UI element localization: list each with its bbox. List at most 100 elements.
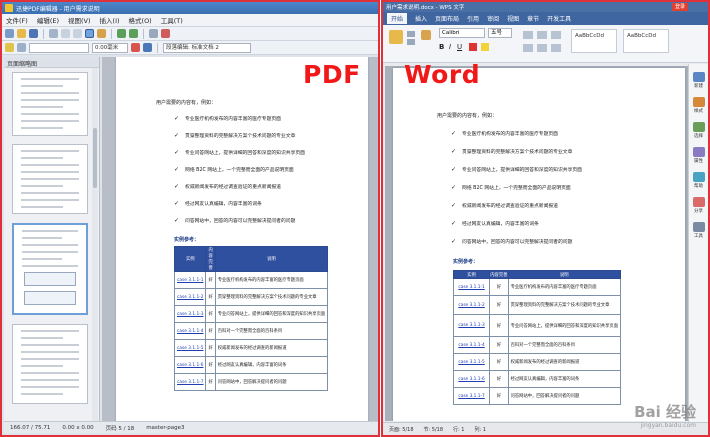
align-right-icon[interactable]	[551, 44, 561, 52]
style-icon[interactable]	[692, 97, 705, 107]
copy-icon[interactable]	[73, 29, 82, 38]
select-icon[interactable]	[692, 122, 705, 132]
menu-edit[interactable]: 编辑(E)	[37, 15, 59, 25]
case-link[interactable]: case 3.1.1-7	[452, 387, 491, 405]
font-size-select[interactable]: 五号	[488, 28, 512, 38]
cut-icon[interactable]	[61, 29, 70, 38]
menu-tools[interactable]: 工具(T)	[161, 15, 183, 25]
status-page: 页面: 5/18	[389, 426, 414, 433]
font-color-icon[interactable]	[469, 43, 477, 51]
open-folder-icon[interactable]	[17, 29, 26, 38]
table-cell: 好	[205, 271, 216, 289]
watermark-text: Bai 经验	[634, 403, 696, 421]
highlight-icon[interactable]	[5, 43, 14, 52]
panel-label: 样式	[694, 109, 703, 114]
pdf-window-title: 迅捷PDF编辑器 - 用户需求说明	[16, 5, 100, 13]
save-icon[interactable]	[29, 29, 38, 38]
sidebar-scrollbar[interactable]	[92, 68, 98, 422]
case-link[interactable]: case 3.1.1-5	[452, 353, 491, 371]
copy-icon[interactable]	[407, 39, 415, 45]
new-icon[interactable]	[692, 72, 705, 82]
highlight-icon[interactable]	[481, 43, 489, 51]
bullets-icon[interactable]	[523, 31, 533, 39]
menu-insert[interactable]: 插入(I)	[100, 15, 120, 25]
check-icon: ✓	[174, 183, 180, 190]
check-icon: ✓	[451, 238, 457, 245]
select-tool-icon[interactable]	[85, 29, 94, 38]
tab-insert[interactable]: 插入	[415, 14, 427, 23]
case-link[interactable]: case 3.1.1-2	[452, 295, 491, 315]
fill-color-icon[interactable]	[143, 43, 152, 52]
new-icon[interactable]	[5, 29, 14, 38]
column-header: 说明	[507, 270, 622, 279]
case-link[interactable]: case 3.1.1-5	[173, 339, 207, 357]
numbering-icon[interactable]	[537, 31, 547, 39]
check-icon: ✓	[174, 149, 180, 156]
style-gallery[interactable]: AaBbCcDd	[571, 29, 617, 53]
tab-section[interactable]: 章节	[527, 14, 539, 23]
bold-icon[interactable]: B	[439, 43, 444, 51]
print-icon[interactable]	[49, 29, 58, 38]
tab-home[interactable]: 开始	[387, 13, 408, 24]
menu-file[interactable]: 文件(F)	[6, 15, 28, 25]
login-button[interactable]: 登录	[671, 3, 688, 11]
pdf-status-bar: 166.07 / 75.71 0.00 x 0.00 页码 5 / 18 mas…	[4, 421, 378, 433]
case-link[interactable]: case 3.1.1-1	[173, 271, 207, 289]
tab-review[interactable]: 审阅	[487, 14, 499, 23]
text-tool-icon[interactable]	[97, 29, 106, 38]
intro-text: 用户需要的内容有，例如：	[156, 100, 217, 106]
color-picker-icon[interactable]	[131, 43, 140, 52]
paragraph-style-select[interactable]: 段落编辑: 标准文档 2	[163, 42, 251, 53]
case-link[interactable]: case 3.1.1-6	[173, 356, 207, 374]
italic-icon[interactable]: I	[449, 43, 451, 51]
bullet-item: ✓ 问答网站中，回答的内容可以完整解决提问者的问题	[174, 217, 296, 224]
table-cell: 专业医疗机构发布的内容丰富的医疗专题页面	[507, 278, 622, 296]
measure-input[interactable]: 0.00毫米	[92, 42, 128, 53]
bullet-item: ✓ 网络 B2C 网站上，一个完整而全面的产品说明页面	[451, 184, 571, 191]
examples-heading: 实例参考：	[174, 237, 200, 243]
table-cell: 贯穿整理资料的完整解决方案个技术问题的专业文章	[214, 288, 329, 306]
tools-icon[interactable]	[692, 222, 705, 232]
zoom-icon[interactable]	[149, 29, 158, 38]
case-link[interactable]: case 3.1.1-7	[173, 373, 207, 391]
properties-icon[interactable]	[692, 147, 705, 157]
font-name-select[interactable]: Calibri	[439, 28, 485, 38]
undo-icon[interactable]	[117, 29, 126, 38]
tab-layout[interactable]: 页面布局	[435, 14, 459, 23]
case-link[interactable]: case 3.1.1-4	[452, 336, 491, 354]
column-header: 内容完善	[205, 246, 216, 272]
case-link[interactable]: case 3.1.1-4	[173, 322, 207, 340]
case-link[interactable]: case 3.1.1-2	[173, 288, 207, 306]
line-style-icon[interactable]	[17, 43, 26, 52]
style-gallery-2[interactable]: AaBbCcDd	[623, 29, 669, 53]
case-link[interactable]: case 3.1.1-1	[452, 278, 491, 296]
paste-icon[interactable]	[389, 30, 403, 44]
panel-label: 选择	[694, 134, 703, 139]
tab-view[interactable]: 视图	[507, 14, 519, 23]
format-painter-icon[interactable]	[421, 30, 431, 40]
tab-developer[interactable]: 开发工具	[547, 14, 571, 23]
case-link[interactable]: case 3.1.1-3	[173, 305, 207, 323]
underline-icon[interactable]: U	[457, 43, 462, 51]
page-thumbnail[interactable]	[12, 72, 88, 136]
stamp-icon[interactable]	[161, 29, 170, 38]
menu-format[interactable]: 格式(O)	[129, 15, 152, 25]
case-link[interactable]: case 3.1.1-3	[452, 314, 491, 337]
align-center-icon[interactable]	[537, 44, 547, 52]
line-width-select[interactable]	[29, 42, 89, 53]
check-icon: ✓	[451, 220, 457, 227]
menu-view[interactable]: 视图(V)	[68, 15, 91, 25]
align-left-icon[interactable]	[523, 44, 533, 52]
cut-icon[interactable]	[407, 31, 415, 37]
redo-icon[interactable]	[129, 29, 138, 38]
page-thumbnail-selected[interactable]	[12, 223, 88, 315]
panel-label: 工具	[694, 234, 703, 239]
page-thumbnail[interactable]	[12, 324, 88, 404]
table-row: case 3.1.1-3 好专业问答网站上，提供详细的回答和深度的知识共享页面	[452, 314, 622, 337]
case-link[interactable]: case 3.1.1-6	[452, 370, 491, 388]
tab-references[interactable]: 引用	[467, 14, 479, 23]
page-thumbnail[interactable]	[12, 144, 88, 214]
help-icon[interactable]	[692, 172, 705, 182]
indent-icon[interactable]	[551, 31, 561, 39]
share-icon[interactable]	[692, 197, 705, 207]
